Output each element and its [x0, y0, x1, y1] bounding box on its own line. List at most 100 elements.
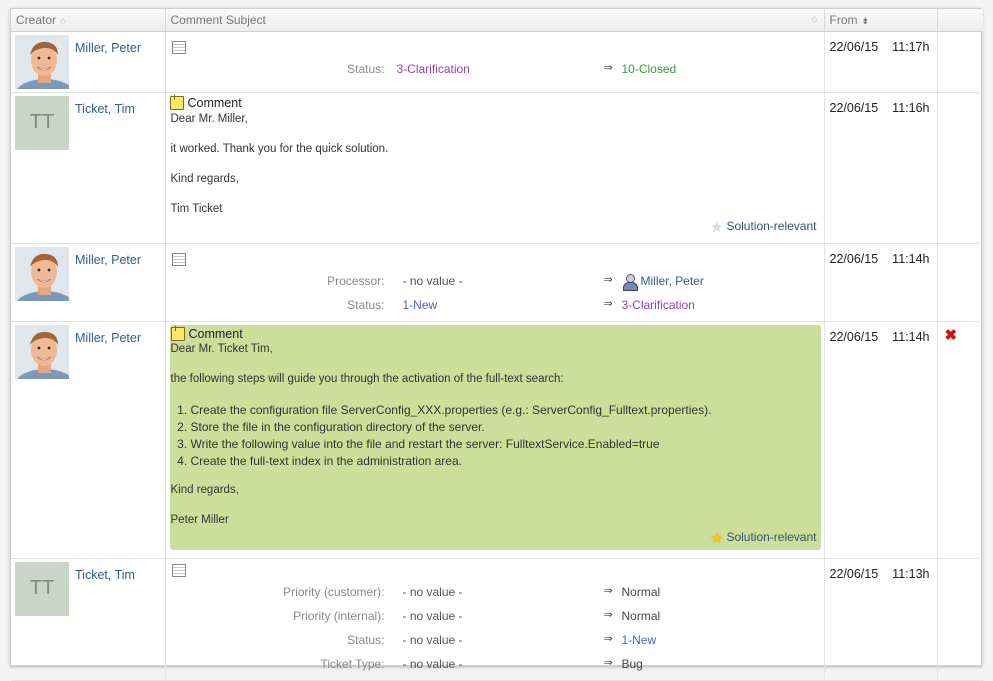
date-cell: 22/06/15 11:14h [824, 321, 938, 559]
change-old-value: - no value - [402, 273, 463, 288]
list-item: Create the full-text index in the admini… [191, 453, 817, 470]
change-old-value: - no value - [402, 656, 463, 671]
table-row[interactable]: Miller, Peter Status: 3-Clarification ⇒ … [11, 31, 983, 93]
date: 22/06/15 [829, 566, 879, 581]
actions-cell [937, 558, 983, 681]
table-row[interactable]: TT Ticket, Tim Comment Dear Mr. Miller, … [11, 92, 983, 244]
actions-cell [937, 92, 983, 244]
col-header-subject[interactable]: Comment Subject ⬦ [165, 9, 825, 32]
field-changes: Priority (customer): - no value - ⇒ Norm… [170, 580, 821, 676]
change-old-value: - no value - [402, 608, 463, 623]
list-item: Store the file in the configuration dire… [191, 419, 817, 436]
subject-cell: Comment Dear Mr. Miller, it worked. Than… [165, 92, 825, 244]
note-icon [170, 326, 185, 341]
col-header-from[interactable]: From ⇟ [824, 9, 938, 32]
star-empty-icon[interactable]: ★ [710, 219, 723, 236]
person-icon [622, 273, 638, 291]
table-row[interactable]: Miller, Peter Processor: - no value - ⇒ … [11, 243, 983, 322]
avatar: TT [15, 561, 69, 616]
comment-greeting: Dear Mr. Ticket Tim, [170, 342, 273, 355]
arrow-right-icon: ⇒ [603, 656, 613, 669]
field-changes-icon [171, 252, 186, 266]
avatar [15, 246, 69, 301]
comment-line: Tim Ticket [170, 202, 223, 215]
subject-cell: Status: 3-Clarification ⇒ 10-Closed [165, 31, 825, 93]
table-row[interactable]: TT Ticket, Tim Priority (customer): - no… [11, 558, 983, 681]
comment-intro: the following steps will guide you throu… [170, 372, 564, 385]
arrow-right-icon: ⇒ [603, 584, 613, 597]
comment-signature: Peter Miller [170, 513, 229, 526]
date-cell: 22/06/15 11:17h [824, 31, 938, 93]
change-row: Status: - no value - ⇒ 1-New [170, 628, 821, 652]
col-header-creator[interactable]: Creator ⬦ [11, 9, 166, 32]
avatar: TT [15, 95, 69, 150]
change-new-value: 1-New [621, 632, 657, 647]
change-row: Priority (customer): - no value - ⇒ Norm… [170, 580, 821, 604]
sort-icon: ⬦ [60, 15, 67, 26]
comment-line: Kind regards, [170, 172, 239, 185]
date-cell: 22/06/15 11:13h [824, 558, 938, 681]
comment-line: Dear Mr. Miller, [170, 112, 248, 125]
col-header-actions [937, 9, 983, 32]
change-new-value: 3-Clarification [621, 297, 695, 312]
solution-relevant-toggle[interactable]: ★ Solution-relevant [171, 219, 817, 235]
change-old-value: - no value - [402, 632, 463, 647]
field-changes: Processor: - no value - ⇒ Miller, Peter … [170, 269, 821, 317]
change-row: Priority (internal): - no value - ⇒ Norm… [170, 604, 821, 628]
arrow-right-icon: ⇒ [603, 273, 613, 286]
comment-closing: Kind regards, [170, 483, 239, 496]
time: 11:17h [892, 39, 930, 54]
comment-header: Comment [170, 326, 817, 342]
change-row: Ticket Type: - no value - ⇒ Bug [170, 652, 821, 676]
time: 11:16h [892, 100, 930, 115]
field-changes-icon [171, 563, 186, 577]
subject-cell: Comment Dear Mr. Ticket Tim, the followi… [165, 321, 825, 559]
change-row: Processor: - no value - ⇒ Miller, Peter [170, 269, 821, 293]
list-item: Write the following value into the file … [191, 436, 817, 453]
creator-name[interactable]: Miller, Peter [75, 253, 141, 267]
change-row: Status: 3-Clarification ⇒ 10-Closed [170, 57, 821, 81]
comment-body-highlighted: Comment Dear Mr. Ticket Tim, the followi… [169, 324, 821, 550]
arrow-right-icon: ⇒ [603, 632, 613, 645]
actions-cell [937, 243, 983, 322]
table-row[interactable]: Miller, Peter Comment Dear Mr. Ticket Ti… [11, 321, 984, 559]
subject-cell: Processor: - no value - ⇒ Miller, Peter … [165, 243, 825, 322]
comment-title: Comment [188, 326, 243, 341]
comment-title: Comment [187, 95, 242, 110]
arrow-right-icon: ⇒ [603, 61, 613, 74]
change-label: Priority (internal): [293, 608, 385, 623]
date: 22/06/15 [829, 329, 879, 344]
change-new-value: Normal [621, 608, 661, 623]
avatar [15, 324, 69, 379]
change-label: Priority (customer): [283, 584, 385, 599]
avatar [15, 34, 69, 89]
solution-relevant-toggle[interactable]: ★ Solution-relevant [171, 530, 817, 546]
creator-name[interactable]: Ticket, Tim [75, 568, 135, 582]
comment-line: it worked. Thank you for the quick solut… [170, 142, 389, 155]
steps-list: Create the configuration file ServerConf… [171, 402, 817, 470]
creator-name[interactable]: Miller, Peter [75, 331, 141, 345]
change-old-value: 3-Clarification [396, 61, 470, 76]
comments-panel: Creator ⬦ Comment Subject ⬦ From ⇟ Miller, … [10, 8, 983, 681]
comments-table: Creator ⬦ Comment Subject ⬦ From ⇟ Miller, … [11, 9, 983, 681]
creator-cell: TT Ticket, Tim [11, 558, 166, 681]
actions-cell [937, 31, 983, 93]
creator-cell: Miller, Peter [11, 321, 166, 559]
comment-header: Comment [169, 94, 821, 110]
field-changes-icon [171, 40, 186, 54]
date-cell: 22/06/15 11:16h [824, 92, 938, 244]
actions-cell: ✖ [937, 321, 984, 559]
change-label: Status: [347, 297, 385, 312]
field-changes: Status: 3-Clarification ⇒ 10-Closed [170, 57, 821, 81]
list-item: Create the configuration file ServerConf… [191, 402, 817, 419]
change-label: Processor: [327, 273, 385, 288]
change-new-value: 10-Closed [621, 61, 677, 76]
time: 11:13h [892, 566, 930, 581]
date: 22/06/15 [829, 100, 879, 115]
creator-cell: Miller, Peter [11, 243, 166, 322]
change-old-value: 1-New [402, 297, 438, 312]
star-filled-icon[interactable]: ★ [710, 530, 723, 547]
creator-name[interactable]: Miller, Peter [75, 41, 141, 55]
delete-icon[interactable]: ✖ [938, 322, 984, 344]
creator-name[interactable]: Ticket, Tim [75, 102, 135, 116]
